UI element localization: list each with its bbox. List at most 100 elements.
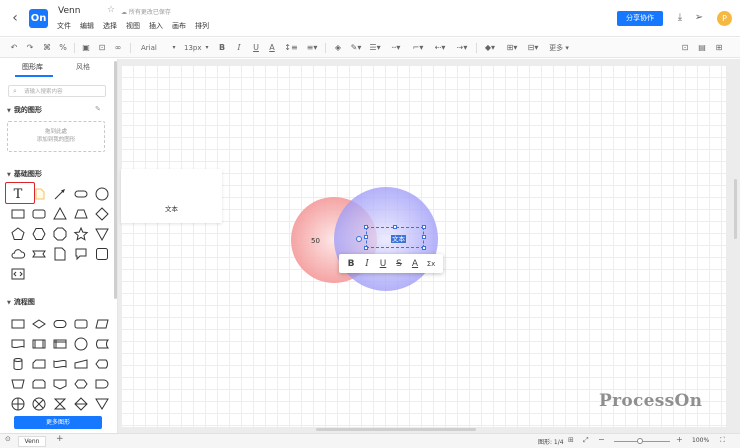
canvas-scrollbar-horizontal[interactable] (316, 428, 476, 431)
cloud-shape[interactable] (10, 246, 26, 262)
resize-handle[interactable] (364, 235, 368, 239)
chevron-down-icon[interactable]: ▾ (170, 41, 178, 55)
align-icon[interactable]: ≡▾ (305, 41, 319, 55)
send-icon[interactable]: ➢ (692, 11, 706, 25)
rectangle-shape[interactable] (10, 206, 26, 222)
manual-input-shape[interactable] (73, 356, 89, 372)
zoom-level[interactable]: 100% (692, 437, 709, 444)
triangle-shape[interactable] (52, 206, 68, 222)
grid-toggle-icon[interactable]: ⊞ (568, 436, 574, 444)
star-shape[interactable] (73, 226, 89, 242)
layout-panel-icon[interactable]: ▤ (697, 41, 707, 55)
tt-bold-button[interactable]: B (345, 259, 357, 269)
fill-color-icon[interactable]: ◈ (333, 41, 343, 55)
add-page-button[interactable]: + (56, 434, 64, 444)
line-color-icon[interactable]: ✎▾ (349, 41, 363, 55)
inverted-triangle-shape[interactable] (94, 226, 110, 242)
data-shape[interactable] (94, 316, 110, 332)
process-shape[interactable] (10, 316, 26, 332)
section-my-shapes[interactable]: ▼ 我的图形 (7, 105, 42, 115)
arrow-end-icon[interactable]: ⇢▾ (455, 41, 469, 55)
text-color-button[interactable]: A (267, 41, 277, 55)
display-shape[interactable] (94, 356, 110, 372)
connection-point[interactable] (356, 236, 362, 242)
connector-icon[interactable]: ⌐▾ (411, 41, 425, 55)
search-input[interactable] (24, 87, 104, 96)
paper-tape-shape[interactable] (52, 356, 68, 372)
zoom-slider-handle[interactable] (637, 438, 643, 444)
style-panel-icon[interactable]: ⊡ (680, 41, 690, 55)
layer-icon[interactable]: ◆▾ (483, 41, 497, 55)
star-icon[interactable]: ☆ (107, 5, 115, 15)
section-flowchart[interactable]: ▼ 流程图 (7, 297, 35, 307)
link-icon[interactable]: ∞ (113, 41, 123, 55)
line-height-icon[interactable]: ↕≡ (284, 41, 298, 55)
menu-canvas[interactable]: 画布 (172, 21, 186, 31)
loop-limit-shape[interactable] (31, 376, 47, 392)
alternate-process-shape[interactable] (73, 316, 89, 332)
or-shape[interactable] (10, 396, 26, 412)
diamond-shape[interactable] (94, 206, 110, 222)
fit-page-icon[interactable]: ⤢ (583, 436, 589, 445)
edit-icon[interactable]: ✎ (95, 105, 101, 113)
selected-text[interactable]: 文本 (391, 235, 406, 243)
venn-value-label[interactable]: 50 (311, 237, 320, 245)
arrow-start-icon[interactable]: ⇠▾ (433, 41, 447, 55)
trapezoid-shape[interactable] (73, 206, 89, 222)
off-page-shape[interactable] (52, 376, 68, 392)
menu-insert[interactable]: 插入 (149, 21, 163, 31)
page-tab[interactable]: Venn (18, 436, 46, 447)
predefined-process-shape[interactable] (31, 336, 47, 352)
canvas-scrollbar-vertical[interactable] (734, 179, 737, 239)
speech-bubble-shape[interactable] (73, 246, 89, 262)
document-title[interactable]: Venn (58, 6, 80, 16)
chevron-down-icon[interactable]: ▾ (203, 41, 211, 55)
tt-text-color-button[interactable]: A (409, 259, 421, 269)
database-shape[interactable] (10, 356, 26, 372)
resize-handle[interactable] (393, 225, 397, 229)
resize-handle[interactable] (422, 246, 426, 250)
manual-operation-shape[interactable] (10, 376, 26, 392)
italic-button[interactable]: I (234, 41, 244, 55)
more-shapes-button[interactable]: 更多图形 (14, 416, 102, 429)
hexagon-shape[interactable] (31, 226, 47, 242)
card-flow-shape[interactable] (31, 356, 47, 372)
menu-select[interactable]: 选择 (103, 21, 117, 31)
settings-icon[interactable]: ⊞ (714, 41, 724, 55)
underline-button[interactable]: U (251, 41, 261, 55)
menu-arrange[interactable]: 排列 (195, 21, 209, 31)
merge-shape[interactable] (94, 396, 110, 412)
format-painter-icon[interactable]: ⌘ (42, 41, 52, 55)
circle-shape[interactable] (94, 186, 110, 202)
tt-strikethrough-button[interactable]: S (393, 259, 405, 269)
align-shapes-icon[interactable]: ⊞▾ (505, 41, 519, 55)
ribbon-shape[interactable] (31, 246, 47, 262)
zoom-in-icon[interactable]: + (676, 435, 683, 444)
section-basic-shapes[interactable]: ▼ 基础图形 (7, 169, 42, 179)
document-flow-shape[interactable] (10, 336, 26, 352)
canvas-page[interactable]: 文本 50 文本 B I U S A Σx ProcessOn (121, 65, 726, 427)
redo-icon[interactable]: ↷ (25, 41, 35, 55)
collate-shape[interactable] (52, 396, 68, 412)
app-logo[interactable]: On (29, 9, 48, 28)
fullscreen-icon[interactable]: ⛶ (720, 436, 725, 445)
round-rect-shape[interactable] (31, 206, 47, 222)
document-shape[interactable] (52, 246, 68, 262)
terminator-shape[interactable] (52, 316, 68, 332)
frame-icon[interactable]: ⊡ (97, 41, 107, 55)
bold-button[interactable]: B (217, 41, 227, 55)
resize-handle[interactable] (422, 235, 426, 239)
font-family-select[interactable]: Arial (141, 41, 169, 55)
resize-handle[interactable] (422, 225, 426, 229)
resize-handle[interactable] (364, 225, 368, 229)
my-shapes-dropzone[interactable]: 拖到此處 添加到我的图形 (7, 121, 105, 152)
connector-shape[interactable] (73, 336, 89, 352)
undo-icon[interactable]: ↶ (9, 41, 19, 55)
octagon-shape[interactable] (52, 226, 68, 242)
pentagon-shape[interactable] (10, 226, 26, 242)
code-shape[interactable] (10, 266, 26, 282)
menu-edit[interactable]: 编辑 (80, 21, 94, 31)
internal-storage-shape[interactable] (52, 336, 68, 352)
arrow-line-shape[interactable] (52, 186, 68, 202)
download-icon[interactable]: ⤓ (673, 11, 687, 25)
